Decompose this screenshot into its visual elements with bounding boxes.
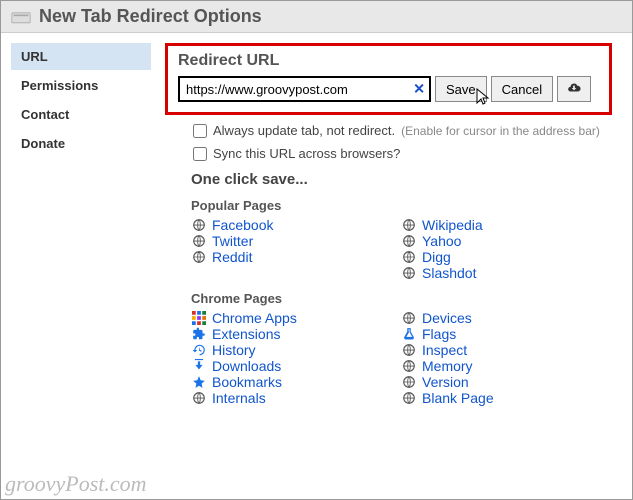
sidebar-item-url[interactable]: URL xyxy=(11,43,151,70)
flask-icon xyxy=(401,327,416,342)
download-icon xyxy=(191,359,206,374)
link-bookmarks[interactable]: Bookmarks xyxy=(191,374,391,390)
link-twitter[interactable]: Twitter xyxy=(191,233,391,249)
always-update-row: Always update tab, not redirect. (Enable… xyxy=(193,123,612,138)
globe-icon xyxy=(401,343,416,358)
one-click-heading: One click save... xyxy=(191,171,612,188)
redirect-url-section: Redirect URL ✕ Save Cancel xyxy=(165,43,612,115)
cloud-upload-icon xyxy=(566,81,582,98)
cancel-button[interactable]: Cancel xyxy=(491,76,553,102)
clear-input-icon[interactable]: ✕ xyxy=(413,81,425,98)
globe-icon xyxy=(401,375,416,390)
chrome-pages-heading: Chrome Pages xyxy=(191,291,612,306)
chrome-pages-grid: Chrome Apps Extensions History Downloads… xyxy=(191,310,612,406)
always-update-checkbox[interactable] xyxy=(193,124,207,138)
globe-icon xyxy=(401,250,416,265)
globe-icon xyxy=(401,266,416,281)
redirect-heading: Redirect URL xyxy=(178,52,599,70)
link-memory[interactable]: Memory xyxy=(401,358,581,374)
star-icon xyxy=(191,375,206,390)
popular-pages-grid: Facebook Twitter Reddit Wikipedia Yahoo … xyxy=(191,217,612,281)
globe-icon xyxy=(191,218,206,233)
globe-icon xyxy=(401,391,416,406)
app-icon xyxy=(11,9,31,25)
history-icon xyxy=(191,343,206,358)
titlebar: New Tab Redirect Options xyxy=(1,1,632,33)
link-wikipedia[interactable]: Wikipedia xyxy=(401,217,581,233)
globe-icon xyxy=(191,250,206,265)
link-extensions[interactable]: Extensions xyxy=(191,326,391,342)
link-yahoo[interactable]: Yahoo xyxy=(401,233,581,249)
globe-icon xyxy=(191,391,206,406)
always-update-hint: (Enable for cursor in the address bar) xyxy=(401,124,600,138)
link-history[interactable]: History xyxy=(191,342,391,358)
sidebar-item-donate[interactable]: Donate xyxy=(11,130,151,157)
page-title: New Tab Redirect Options xyxy=(39,6,262,27)
link-flags[interactable]: Flags xyxy=(401,326,581,342)
apps-grid-icon xyxy=(191,311,206,326)
popular-pages-heading: Popular Pages xyxy=(191,198,612,213)
link-facebook[interactable]: Facebook xyxy=(191,217,391,233)
globe-icon xyxy=(401,359,416,374)
link-inspect[interactable]: Inspect xyxy=(401,342,581,358)
always-update-label: Always update tab, not redirect. xyxy=(213,123,395,138)
cloud-upload-button[interactable] xyxy=(557,76,591,102)
redirect-url-input[interactable] xyxy=(178,76,431,102)
sync-checkbox[interactable] xyxy=(193,147,207,161)
sidebar: URL Permissions Contact Donate xyxy=(1,33,151,499)
sidebar-item-contact[interactable]: Contact xyxy=(11,101,151,128)
link-devices[interactable]: Devices xyxy=(401,310,581,326)
sync-row: Sync this URL across browsers? xyxy=(193,146,612,161)
puzzle-icon xyxy=(191,327,206,342)
link-downloads[interactable]: Downloads xyxy=(191,358,391,374)
globe-icon xyxy=(401,218,416,233)
globe-icon xyxy=(401,311,416,326)
globe-icon xyxy=(401,234,416,249)
sidebar-item-permissions[interactable]: Permissions xyxy=(11,72,151,99)
main-panel: Redirect URL ✕ Save Cancel Always update… xyxy=(151,33,632,499)
link-internals[interactable]: Internals xyxy=(191,390,391,406)
sync-label: Sync this URL across browsers? xyxy=(213,146,400,161)
globe-icon xyxy=(191,234,206,249)
link-digg[interactable]: Digg xyxy=(401,249,581,265)
link-chrome-apps[interactable]: Chrome Apps xyxy=(191,310,391,326)
link-slashdot[interactable]: Slashdot xyxy=(401,265,581,281)
link-reddit[interactable]: Reddit xyxy=(191,249,391,265)
save-button[interactable]: Save xyxy=(435,76,487,102)
link-blank-page[interactable]: Blank Page xyxy=(401,390,581,406)
link-version[interactable]: Version xyxy=(401,374,581,390)
